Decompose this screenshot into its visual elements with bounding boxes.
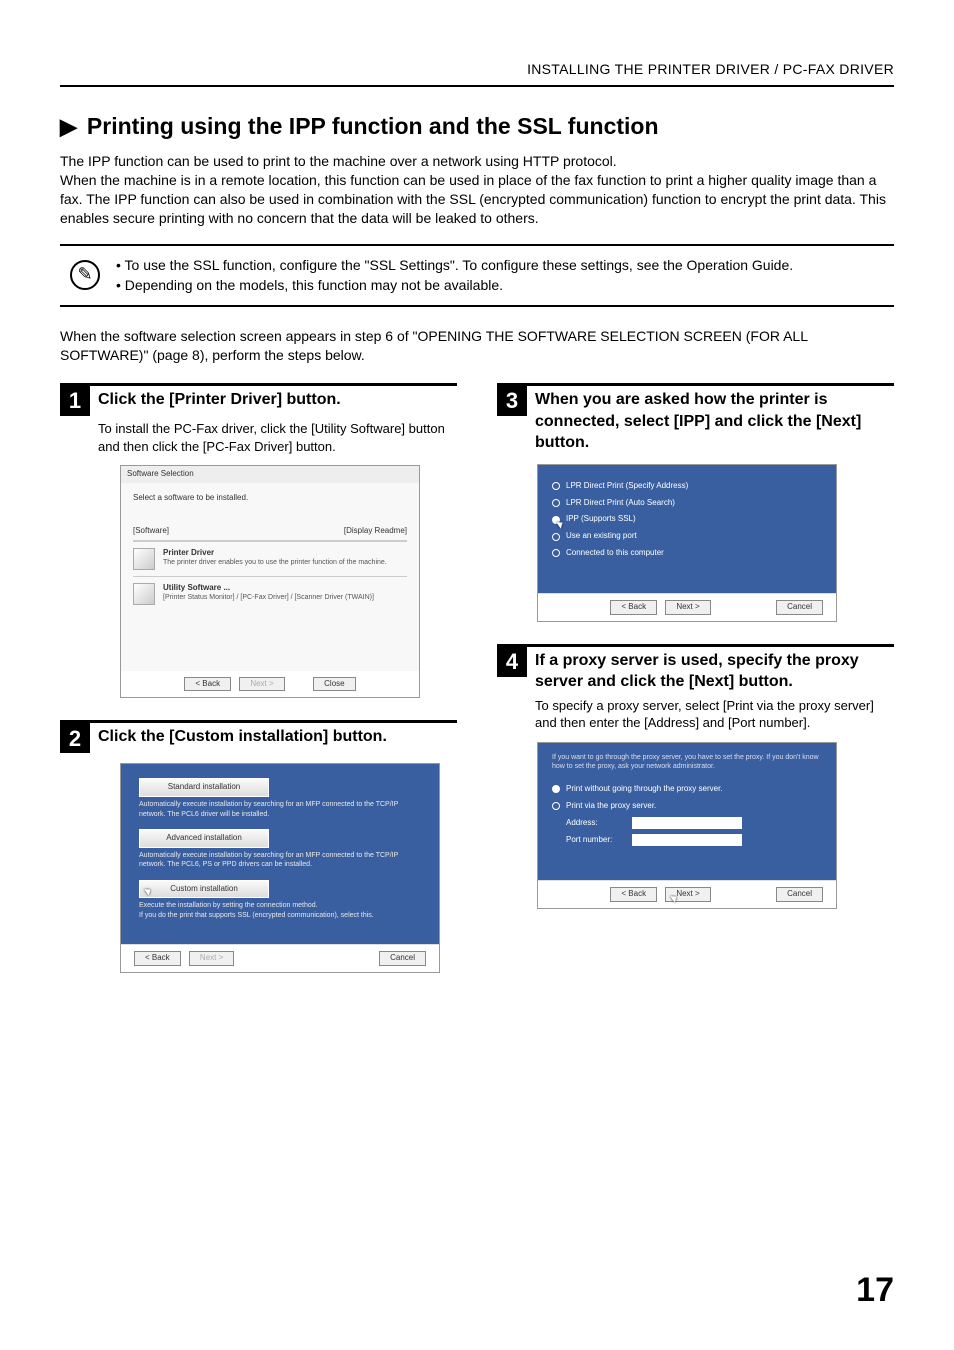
printer-driver-item[interactable]: Printer Driver The printer driver enable… (133, 541, 407, 576)
opt-via-proxy[interactable]: Print via the proxy server. (552, 801, 822, 812)
connection-type-dialog: LPR Direct Print (Specify Address) LPR D… (537, 464, 837, 622)
utility-software-item[interactable]: Utility Software ... [Printer Status Mon… (133, 576, 407, 611)
utility-software-label: Utility Software ... (163, 583, 407, 594)
note-bullet-1: • To use the SSL function, configure the… (116, 256, 890, 275)
printer-driver-label: Printer Driver (163, 548, 407, 559)
step-3-title: When you are asked how the printer is co… (535, 386, 894, 454)
opt-no-proxy[interactable]: Print without going through the proxy se… (552, 784, 822, 795)
back-button[interactable]: < Back (134, 951, 181, 966)
port-input[interactable] (632, 834, 742, 846)
dialog-titlebar: Software Selection (121, 466, 419, 483)
advanced-install-desc: Automatically execute installation by se… (139, 851, 421, 870)
printer-icon (133, 548, 155, 570)
next-button[interactable]: Next > (665, 600, 710, 615)
proxy-top-note: If you want to go through the proxy serv… (552, 753, 822, 772)
cancel-button[interactable]: Cancel (379, 951, 426, 966)
back-button[interactable]: < Back (610, 887, 657, 902)
intro-block: The IPP function can be used to print to… (60, 152, 894, 228)
software-tab[interactable]: [Software] (133, 526, 169, 537)
step-1-body: To install the PC-Fax driver, click the … (98, 420, 457, 455)
cancel-button[interactable]: Cancel (776, 600, 823, 615)
back-button[interactable]: < Back (610, 600, 657, 615)
next-button[interactable]: Next > (665, 887, 710, 902)
dialog-heading: Select a software to be installed. (133, 493, 407, 504)
step-3: 3 When you are asked how the printer is … (497, 383, 894, 622)
step-2-title: Click the [Custom installation] button. (98, 723, 457, 748)
utility-icon (133, 583, 155, 605)
cancel-button[interactable]: Cancel (776, 887, 823, 902)
port-label: Port number: (566, 835, 624, 846)
close-button[interactable]: Close (313, 677, 355, 692)
opt-lpr-auto[interactable]: LPR Direct Print (Auto Search) (552, 498, 822, 509)
back-button[interactable]: < Back (184, 677, 231, 692)
installation-type-dialog: Standard installation Automatically exec… (120, 763, 440, 973)
proxy-dialog: If you want to go through the proxy serv… (537, 742, 837, 909)
step-1-title: Click the [Printer Driver] button. (98, 386, 457, 411)
step-3-number: 3 (497, 386, 527, 416)
printer-driver-desc: The printer driver enables you to use th… (163, 558, 407, 567)
step-2: 2 Click the [Custom installation] button… (60, 720, 457, 973)
software-selection-dialog: Software Selection Select a software to … (120, 465, 420, 698)
opt-ipp-ssl[interactable]: IPP (Supports SSL) (552, 514, 822, 525)
step-4-body: To specify a proxy server, select [Print… (535, 697, 894, 732)
display-readme-link[interactable]: [Display Readme] (344, 526, 407, 537)
address-input[interactable] (632, 817, 742, 829)
step-4: 4 If a proxy server is used, specify the… (497, 644, 894, 910)
utility-software-desc: [Printer Status Monitor] / [PC-Fax Drive… (163, 593, 407, 602)
intro-p1: The IPP function can be used to print to… (60, 152, 894, 171)
custom-install-desc: Execute the installation by setting the … (139, 901, 421, 920)
page-title: ▶ Printing using the IPP function and the… (60, 111, 894, 142)
step-4-number: 4 (497, 647, 527, 677)
step-1-number: 1 (60, 386, 90, 416)
title-text: Printing using the IPP function and the … (87, 111, 659, 142)
standard-install-button[interactable]: Standard installation (139, 778, 269, 797)
next-button[interactable]: Next > (239, 677, 284, 692)
triangle-icon: ▶ (60, 112, 77, 142)
note-bullet-2: • Depending on the models, this function… (116, 276, 890, 295)
address-label: Address: (566, 818, 624, 829)
prestep-text: When the software selection screen appea… (60, 327, 894, 365)
advanced-install-button[interactable]: Advanced installation (139, 829, 269, 848)
intro-p2: When the machine is in a remote location… (60, 171, 894, 228)
custom-install-button[interactable]: Custom installation (139, 880, 269, 899)
opt-lpr-specify[interactable]: LPR Direct Print (Specify Address) (552, 481, 822, 492)
step-4-title: If a proxy server is used, specify the p… (535, 647, 894, 693)
next-button[interactable]: Next > (189, 951, 234, 966)
note-box: ✎ • To use the SSL function, configure t… (60, 244, 894, 308)
opt-connected-computer[interactable]: Connected to this computer (552, 548, 822, 559)
standard-install-desc: Automatically execute installation by se… (139, 800, 421, 819)
note-icon: ✎ (70, 260, 100, 290)
running-header: INSTALLING THE PRINTER DRIVER / PC-FAX D… (60, 60, 894, 87)
page-number: 17 (856, 1268, 894, 1314)
step-1: 1 Click the [Printer Driver] button. To … (60, 383, 457, 698)
step-2-number: 2 (60, 723, 90, 753)
opt-existing-port[interactable]: Use an existing port (552, 531, 822, 542)
